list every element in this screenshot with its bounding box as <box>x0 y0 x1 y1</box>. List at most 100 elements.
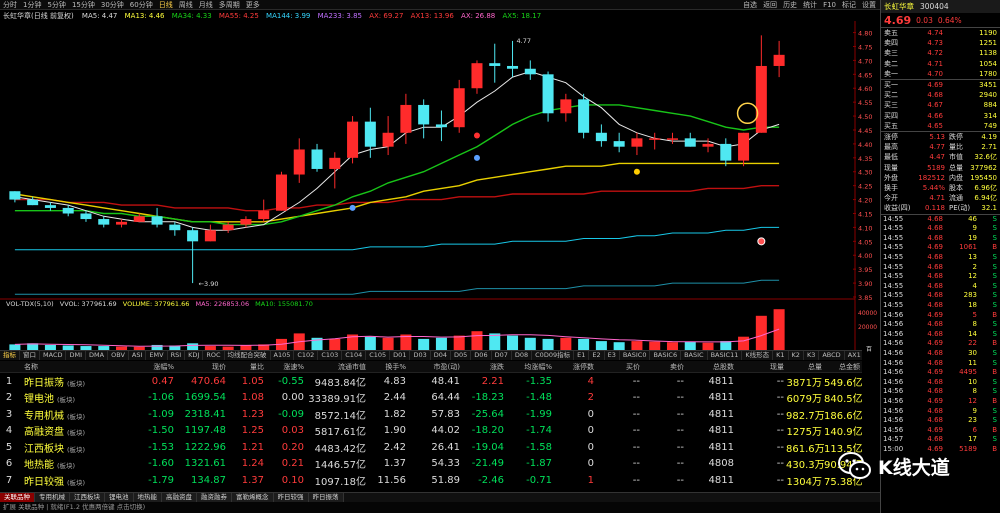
column-header[interactable]: 流通市值 <box>308 362 366 372</box>
indicator-tab[interactable]: D06 <box>471 351 492 360</box>
indicator-tab[interactable]: 指标 <box>0 351 20 360</box>
candle-body[interactable] <box>240 219 252 225</box>
toolbar-button[interactable]: 标记 <box>842 0 856 10</box>
indicator-tab[interactable]: D08 <box>512 351 533 360</box>
candle-body[interactable] <box>649 138 661 140</box>
indicator-tab[interactable]: RSI <box>168 351 186 360</box>
candle-body[interactable] <box>169 224 181 231</box>
bid-row[interactable]: 买五 4.65 749 <box>881 121 1000 131</box>
indicator-tab[interactable]: DMI <box>66 351 87 360</box>
candle-body[interactable] <box>435 124 447 128</box>
ask-row[interactable]: 卖二 4.71 1054 <box>881 59 1000 69</box>
column-header[interactable]: 现价 <box>178 362 226 372</box>
bottom-tab[interactable]: 专用机械 <box>35 493 70 502</box>
candle-body[interactable] <box>27 199 39 206</box>
toolbar-button[interactable]: 统计 <box>803 0 817 10</box>
indicator-tab[interactable]: KDJ <box>185 351 204 360</box>
indicator-tab[interactable]: K2 <box>789 351 804 360</box>
period-tab[interactable]: 多周期 <box>219 0 240 9</box>
indicator-tab[interactable]: C102 <box>294 351 319 360</box>
indicator-tab[interactable]: A105 <box>271 351 295 360</box>
table-row[interactable]: 4 高融资盘 (板块) -1.50 1197.48 1.25 0.03 5817.61亿 1.9… <box>0 423 863 440</box>
quote-title-bar[interactable]: 长虹华章 300404 <box>881 0 1000 13</box>
indicator-tab[interactable]: E1 <box>574 351 590 360</box>
indicator-tab[interactable]: BASIC11 <box>708 351 743 360</box>
indicator-tab[interactable]: OBV <box>108 351 129 360</box>
indicator-tab[interactable]: C103 <box>318 351 343 360</box>
column-header[interactable]: 涨速% <box>266 362 304 372</box>
candle-body[interactable] <box>595 132 607 142</box>
candle-body[interactable] <box>613 141 625 147</box>
candle-body[interactable] <box>116 221 128 225</box>
table-row[interactable]: 3 专用机械 (板块) -1.09 2318.41 1.23 -0.09 8572.14亿 1.… <box>0 406 863 423</box>
bid-row[interactable]: 买一 4.69 3451 <box>881 80 1000 90</box>
bid-row[interactable]: 买三 4.67 884 <box>881 100 1000 110</box>
candle-body[interactable] <box>400 104 412 133</box>
candle-body[interactable] <box>44 205 56 208</box>
candle-body[interactable] <box>62 207 74 214</box>
column-header[interactable]: 涨幅% <box>126 362 174 372</box>
column-header[interactable]: 总量 <box>786 362 822 372</box>
table-row[interactable]: 5 江西板块 (板块) -1.53 1222.96 1.21 0.20 4483.42亿 2.4… <box>0 439 863 456</box>
candle-body[interactable] <box>542 74 554 114</box>
bottom-tab[interactable]: 江西板块 <box>70 493 105 502</box>
ask-row[interactable]: 卖三 4.72 1138 <box>881 48 1000 58</box>
column-header[interactable]: 总股数 <box>690 362 734 372</box>
candle-body[interactable] <box>524 68 536 75</box>
period-tab[interactable]: 周线 <box>179 0 193 9</box>
candle-body[interactable] <box>773 54 785 66</box>
candle-body[interactable] <box>738 132 750 161</box>
toolbar-button[interactable]: 自选 <box>743 0 757 10</box>
candle-body[interactable] <box>151 216 163 225</box>
bid-row[interactable]: 买四 4.66 314 <box>881 111 1000 121</box>
indicator-tab[interactable]: EMV <box>146 351 168 360</box>
candle-body[interactable] <box>258 210 270 220</box>
period-tab[interactable]: 日线 <box>159 0 173 9</box>
indicator-tab[interactable]: C104 <box>342 351 367 360</box>
indicator-tab[interactable]: ROC <box>203 351 225 360</box>
period-tab[interactable]: 分时 <box>3 0 17 9</box>
toolbar-button[interactable]: F10 <box>823 1 836 9</box>
candle-body[interactable] <box>453 88 465 128</box>
column-header[interactable]: 现量 <box>738 362 784 372</box>
table-row[interactable]: 2 锂电池 (板块) -1.06 1699.54 1.08 0.00 33389.91亿 2.4… <box>0 390 863 407</box>
indicator-tab[interactable]: BASIC6 <box>650 351 682 360</box>
ask-row[interactable]: 卖一 4.70 1780 <box>881 69 1000 79</box>
candle-body[interactable] <box>364 121 376 147</box>
indicator-tab[interactable]: BASIC <box>681 351 708 360</box>
candle-body[interactable] <box>720 143 732 161</box>
candle-body[interactable] <box>98 219 110 225</box>
candle-body[interactable] <box>204 230 216 242</box>
candle-body[interactable] <box>755 65 767 133</box>
indicator-tab[interactable]: K1 <box>773 351 789 360</box>
candle-body[interactable] <box>418 104 430 125</box>
table-row[interactable]: 7 昨日较强 (板块) -1.79 134.87 1.37 0.10 1097.18亿 11.5… <box>0 472 863 489</box>
indicator-tab[interactable]: BASIC0 <box>620 351 651 360</box>
indicator-tab[interactable]: D04 <box>431 351 452 360</box>
indicator-tab[interactable]: D05 <box>451 351 472 360</box>
candle-body[interactable] <box>471 63 483 89</box>
bottom-tab[interactable]: 锂电池 <box>105 493 134 502</box>
indicator-tab[interactable]: E3 <box>605 351 620 360</box>
bid-row[interactable]: 买二 4.68 2940 <box>881 90 1000 100</box>
column-header[interactable]: 总金额 <box>824 362 860 372</box>
period-tab[interactable]: 30分钟 <box>101 0 124 9</box>
bottom-tab[interactable]: 关联品种 <box>0 493 35 502</box>
ask-row[interactable]: 卖五 4.74 1190 <box>881 28 1000 38</box>
toolbar-button[interactable]: 返回 <box>763 0 777 10</box>
candle-body[interactable] <box>9 191 21 200</box>
bottom-tab[interactable]: 富勒烯概念 <box>232 493 274 502</box>
indicator-tab[interactable]: E2 <box>589 351 605 360</box>
candle-body[interactable] <box>666 138 678 140</box>
indicator-tab[interactable]: MACD <box>40 351 67 360</box>
column-header[interactable]: 换手% <box>370 362 406 372</box>
column-header[interactable]: 卖价 <box>648 362 684 372</box>
bottom-tab[interactable]: 融资融券 <box>197 493 232 502</box>
period-tab[interactable]: 1分钟 <box>23 0 41 9</box>
candle-body[interactable] <box>275 174 287 211</box>
candle-body[interactable] <box>80 213 92 220</box>
bottom-tab[interactable]: 昨日振荡 <box>308 493 344 502</box>
candle-body[interactable] <box>560 99 572 114</box>
indicator-tab[interactable]: D01 <box>390 351 411 360</box>
period-tab[interactable]: 15分钟 <box>72 0 95 9</box>
